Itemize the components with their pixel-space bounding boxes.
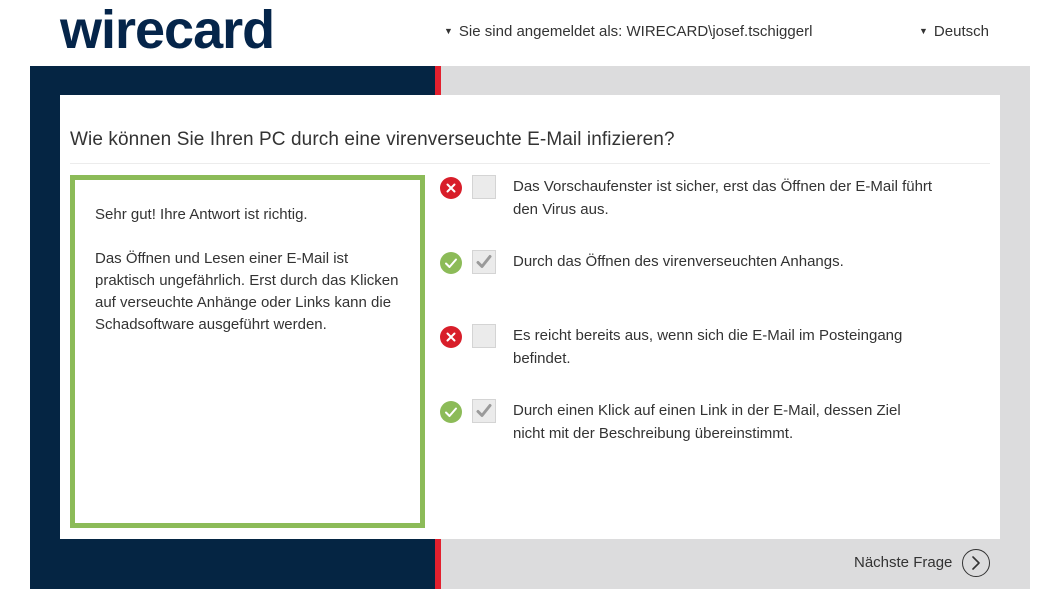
question-title: Wie können Sie Ihren PC durch eine viren… xyxy=(70,129,675,150)
checkmark-icon xyxy=(476,255,492,268)
answer-option-4: Durch einen Klick auf einen Link in der … xyxy=(440,399,933,445)
cross-icon xyxy=(440,177,462,199)
next-question-label: Nächste Frage xyxy=(854,554,953,571)
quiz-card: Wie können Sie Ihren PC durch eine viren… xyxy=(60,95,1000,539)
feedback-box: Sehr gut! Ihre Antwort ist richtig. Das … xyxy=(70,175,425,528)
checkmark-icon xyxy=(476,404,492,417)
next-question-button[interactable]: Nächste Frage xyxy=(854,549,991,577)
answer-checkbox-1[interactable] xyxy=(472,175,496,199)
answer-text-1: Das Vorschaufenster ist sicher, erst das… xyxy=(513,178,933,218)
language-menu[interactable]: ▼ Deutsch xyxy=(919,21,989,42)
feedback-body: Das Öffnen und Lesen einer E-Mail ist pr… xyxy=(95,250,399,333)
check-icon xyxy=(440,401,462,423)
answer-option-3: Es reicht bereits aus, wenn sich die E-M… xyxy=(440,324,933,370)
answer-checkbox-2[interactable] xyxy=(472,250,496,274)
chevron-right-circle-icon xyxy=(962,549,991,577)
divider xyxy=(70,163,990,164)
cross-icon xyxy=(440,326,462,348)
answer-option-1: Das Vorschaufenster ist sicher, erst das… xyxy=(440,175,933,221)
caret-down-icon: ▼ xyxy=(444,26,453,36)
user-label: Sie sind angemeldet als: WIRECARD\josef.… xyxy=(458,23,813,40)
wirecard-logo: wirecard xyxy=(60,0,275,60)
answer-checkbox-4[interactable] xyxy=(472,399,496,423)
answer-text-3: Es reicht bereits aus, wenn sich die E-M… xyxy=(513,327,903,367)
feedback-title: Sehr gut! Ihre Antwort ist richtig. xyxy=(95,206,308,223)
answer-text-4: Durch einen Klick auf einen Link in der … xyxy=(513,402,901,442)
answer-text-2: Durch das Öffnen des virenverseuchten An… xyxy=(513,253,844,270)
caret-down-icon: ▼ xyxy=(919,26,928,36)
language-label: Deutsch xyxy=(933,23,989,40)
check-icon xyxy=(440,252,462,274)
user-menu[interactable]: ▼ Sie sind angemeldet als: WIRECARD\josef… xyxy=(444,21,812,42)
answer-checkbox-3[interactable] xyxy=(472,324,496,348)
answer-option-2: Durch das Öffnen des virenverseuchten An… xyxy=(440,250,933,274)
